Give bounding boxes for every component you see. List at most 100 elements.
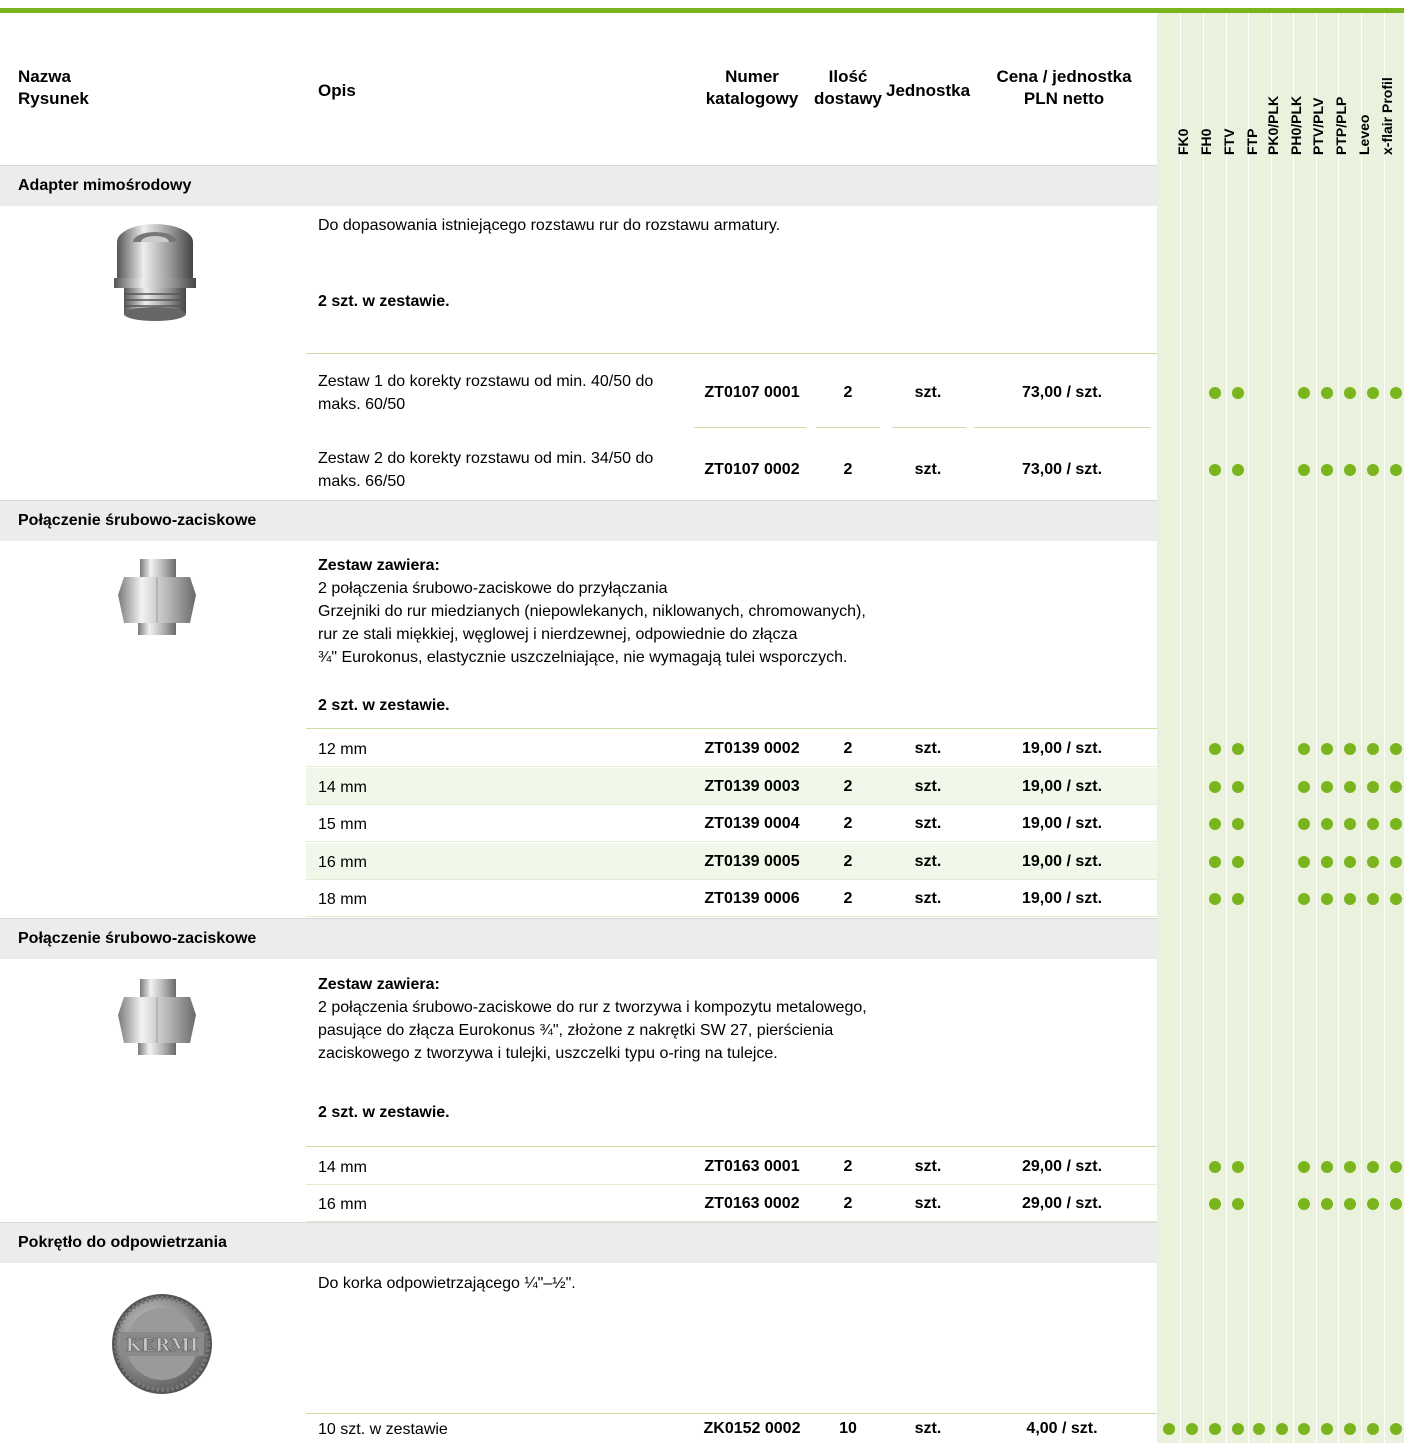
table-row: 16 mm ZT0163 0002 2 szt. 29,00 / szt. xyxy=(0,1185,1402,1222)
compatibility-dot-leveo xyxy=(1344,742,1356,755)
row-unit: szt. xyxy=(914,383,942,401)
compatibility-dot-leveo xyxy=(1344,855,1356,868)
table-row: 18 mm ZT0139 0006 2 szt. 19,00 / szt. xyxy=(0,880,1402,917)
row-description: 12 mm xyxy=(318,740,367,758)
row-price: 19,00 / szt. xyxy=(1021,777,1103,795)
cell-underline xyxy=(892,427,966,428)
row-catalog-number: ZT0139 0002 xyxy=(704,739,800,757)
compat-column-divider xyxy=(1293,13,1294,1443)
row-description: 16 mm xyxy=(318,1195,367,1213)
compatibility-dot-ptv-plv xyxy=(1298,742,1310,755)
header-model-ftv: FTV xyxy=(1221,128,1237,155)
row-quantity: 2 xyxy=(843,814,853,832)
desc-line: Grzejniki do rur miedzianych (niepowleka… xyxy=(318,603,866,620)
compatibility-dot-x-flair-profil xyxy=(1367,1160,1379,1173)
header-name-line2: Rysunek xyxy=(18,89,89,108)
row-quantity: 10 xyxy=(839,1420,857,1437)
cell-underline xyxy=(816,427,880,428)
row-catalog-number: ZT0107 0002 xyxy=(704,460,800,478)
section-description: 2 połączenia śrubowo-zaciskowe do przyłą… xyxy=(318,577,866,669)
header-model-fh0: FH0 xyxy=(1198,128,1214,155)
compatibility-dot-x-flair-plan-line xyxy=(1390,1197,1402,1210)
divider xyxy=(306,1146,1157,1147)
compat-column-divider xyxy=(1338,13,1339,1443)
compatibility-dot-ptv-plv xyxy=(1298,1160,1310,1173)
desc-line: rur ze stali miękkiej, węglowej i nierdz… xyxy=(318,626,798,643)
row-quantity: 2 xyxy=(843,889,853,907)
section-description-heading: Zestaw zawiera: xyxy=(318,976,440,993)
row-catalog-number: ZT0107 0001 xyxy=(704,383,800,401)
compatibility-dot-pk0-plk xyxy=(1253,1423,1265,1435)
row-quantity: 2 xyxy=(843,1194,853,1212)
row-quantity: 2 xyxy=(843,460,853,478)
compatibility-dot-ftv xyxy=(1209,463,1221,476)
desc-line: zaciskowego z tworzywa i tulejki, uszcze… xyxy=(318,1045,778,1062)
row-price: 73,00 / szt. xyxy=(1021,460,1103,478)
compatibility-dot-leveo xyxy=(1344,463,1356,476)
compatibility-dot-x-flair-plan-line xyxy=(1390,386,1402,399)
row-description: 16 mm xyxy=(318,853,367,871)
desc-line: 2 połączenia śrubowo-zaciskowe do rur z … xyxy=(318,999,867,1016)
header-price-line2: PLN netto xyxy=(1023,89,1105,108)
header-model-x-flair-profil: x-flair Profil xyxy=(1379,77,1395,155)
compatibility-dot-ftp xyxy=(1232,1423,1244,1435)
row-unit: szt. xyxy=(914,1420,942,1437)
row-unit: szt. xyxy=(914,1157,942,1175)
compatibility-dot-ptv-plv xyxy=(1298,817,1310,830)
table-row: 12 mm ZT0139 0002 2 szt. 19,00 / szt. xyxy=(0,730,1402,767)
eccentric-adapter-image xyxy=(114,224,196,321)
compatibility-dot-ptp-plp xyxy=(1321,817,1333,830)
header-name-line1: Nazwa xyxy=(18,67,71,86)
compat-column-divider xyxy=(1361,13,1362,1443)
row-unit: szt. xyxy=(914,1194,942,1212)
header-description: Opis xyxy=(318,81,356,100)
header-name: Nazwa Rysunek xyxy=(18,66,89,110)
row-catalog-number: ZT0163 0001 xyxy=(704,1157,800,1175)
divider xyxy=(306,353,1157,354)
compatibility-dot-leveo xyxy=(1344,892,1356,905)
row-price: 19,00 / szt. xyxy=(1021,889,1103,907)
compatibility-dot-x-flair-profil xyxy=(1367,1423,1379,1435)
compatibility-dot-x-flair-plan-line xyxy=(1390,892,1402,905)
compatibility-dot-ptv-plv xyxy=(1298,855,1310,868)
header-model-ptp-plp: PTP/PLP xyxy=(1333,96,1349,155)
section-description-heading: Zestaw zawiera: xyxy=(318,557,440,574)
table-row: 16 mm ZT0139 0005 2 szt. 19,00 / szt. xyxy=(0,843,1402,880)
compatibility-dot-x-flair-plan-line xyxy=(1390,1423,1402,1435)
compat-column-divider xyxy=(1271,13,1272,1443)
compatibility-dot-x-flair-profil xyxy=(1367,463,1379,476)
compatibility-column-background xyxy=(1157,13,1404,1443)
row-quantity: 2 xyxy=(843,777,853,795)
compatibility-dot-ftp xyxy=(1232,742,1244,755)
section-description: 2 połączenia śrubowo-zaciskowe do rur z … xyxy=(318,996,867,1065)
divider xyxy=(306,1413,1157,1414)
table-row: Zestaw 1 do korekty rozstawu od min. 40/… xyxy=(0,355,1402,430)
compatibility-dot-x-flair-plan-line xyxy=(1390,855,1402,868)
section-description: Do dopasowania istniejącego rozstawu rur… xyxy=(318,217,781,234)
compat-column-divider xyxy=(1180,13,1181,1443)
header-unit: Jednostka xyxy=(886,81,971,100)
compatibility-dot-ftp xyxy=(1232,780,1244,793)
row-quantity: 2 xyxy=(843,852,853,870)
row-description: 14 mm xyxy=(318,778,367,796)
section-title: Połączenie śrubowo-zaciskowe xyxy=(18,512,257,529)
compatibility-dot-ftv xyxy=(1209,742,1221,755)
desc-line: ¾" Eurokonus, elastycznie uszczelniające… xyxy=(318,649,848,666)
row-catalog-number: ZT0139 0004 xyxy=(704,814,800,832)
row-unit: szt. xyxy=(914,777,942,795)
compatibility-dot-fk0 xyxy=(1163,1423,1175,1435)
section-title: Połączenie śrubowo-zaciskowe xyxy=(18,930,257,947)
table-row: 10 szt. w zestawie ZK0152 0002 10 szt. 4,00 … xyxy=(0,1415,1402,1443)
row-price: 19,00 / szt. xyxy=(1021,814,1103,832)
row-description: Zestaw 2 do korekty rozstawu od min. 34/… xyxy=(318,449,654,490)
desc-line: 2 połączenia śrubowo-zaciskowe do przyłą… xyxy=(318,580,668,597)
compatibility-dot-ptv-plv xyxy=(1298,892,1310,905)
compat-column-divider xyxy=(1203,13,1204,1443)
row-unit: szt. xyxy=(914,739,942,757)
row-price: 29,00 / szt. xyxy=(1021,1194,1103,1212)
row-description: 15 mm xyxy=(318,815,367,833)
section-title: Adapter mimośrodowy xyxy=(18,177,192,194)
compatibility-dot-leveo xyxy=(1344,817,1356,830)
row-divider xyxy=(306,766,1157,767)
header-model-ph0-plk: PH0/PLK xyxy=(1288,95,1304,155)
